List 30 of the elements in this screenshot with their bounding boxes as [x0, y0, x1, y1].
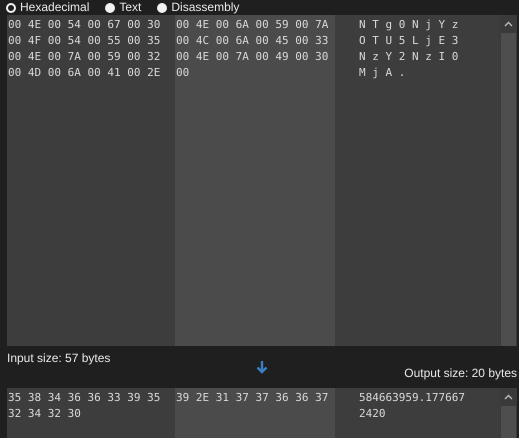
- scrollbar[interactable]: [500, 388, 517, 438]
- output-size-label: Output size: 20 bytes: [404, 366, 517, 380]
- hex-line: 00 4F 00 54 00 55 00 35: [7, 33, 162, 49]
- hex-line: 00 4E 00 7A 00 59 00 32: [7, 49, 162, 65]
- scrollbar[interactable]: [500, 15, 517, 346]
- hex-line: 00 4D 00 6A 00 41 00 2E: [7, 65, 162, 81]
- hex-line: 35 38 34 36 36 33 39 35: [7, 390, 162, 406]
- format-radio[interactable]: Disassembly: [157, 1, 240, 14]
- hex-line: 39 2E 31 37 37 36 36 37: [175, 390, 330, 406]
- hex-line: 00 4E 00 54 00 67 00 30: [7, 17, 162, 33]
- hex-line: 00 4E 00 7A 00 49 00 30: [175, 49, 330, 65]
- input-size-label: Input size: 57 bytes: [7, 351, 110, 365]
- hex-line: 00 4C 00 6A 00 45 00 33: [175, 33, 330, 49]
- radio-label: Hexadecimal: [20, 1, 90, 14]
- down-arrow-icon: [256, 360, 268, 374]
- hex-line: 32 34 32 30: [7, 406, 82, 422]
- text-line: M j A .: [358, 65, 406, 81]
- radio-label: Disassembly: [171, 1, 240, 14]
- text-line: N T g 0 N j Y z: [358, 17, 460, 33]
- scroll-up-icon[interactable]: [504, 394, 513, 400]
- text-line: 584663959.177667: [358, 390, 466, 406]
- radio-label: Text: [119, 1, 142, 14]
- text-line: N z Y 2 N z I 0: [358, 49, 460, 65]
- format-radio[interactable]: Text: [105, 1, 142, 14]
- hex-line: 00: [175, 65, 190, 81]
- hex-line: 00 4E 00 6A 00 59 00 7A: [175, 17, 330, 33]
- format-radio[interactable]: Hexadecimal: [6, 1, 90, 14]
- text-line: O T U 5 L j E 3: [358, 33, 460, 49]
- scroll-up-icon[interactable]: [504, 21, 513, 27]
- text-line: 2420: [358, 406, 386, 422]
